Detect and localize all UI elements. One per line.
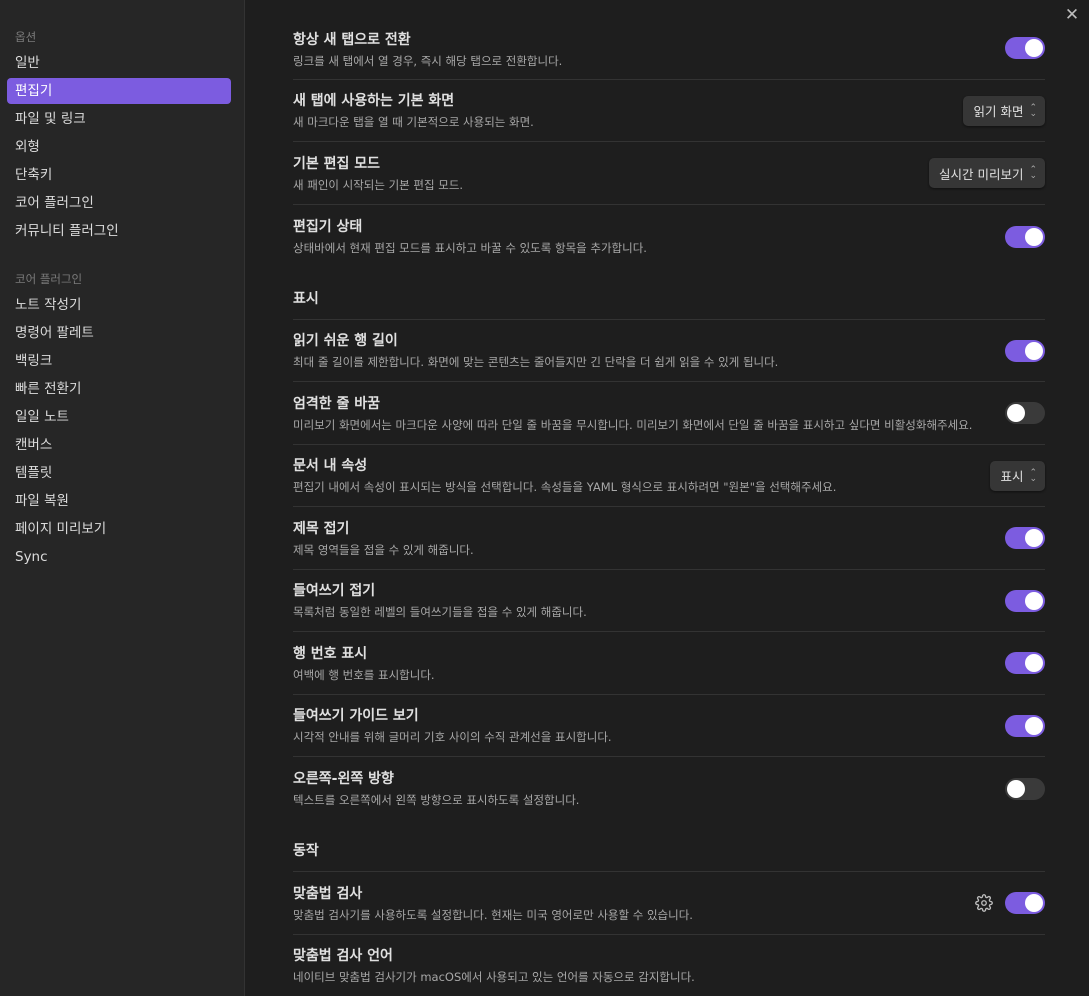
setting-desc: 링크를 새 탭에서 열 경우, 즉시 해당 탭으로 전환합니다.	[293, 54, 563, 68]
sidebar-item-daily-notes[interactable]: 일일 노트	[7, 404, 231, 430]
chevron-updown-icon: ⌃ ⌄	[1029, 165, 1037, 181]
sidebar-item-backlinks[interactable]: 백링크	[7, 348, 231, 374]
sidebar-item-files-links[interactable]: 파일 및 링크	[7, 106, 231, 132]
setting-desc: 미리보기 화면에서는 마크다운 사양에 따라 단일 줄 바꿈을 무시합니다. 미…	[293, 418, 973, 432]
setting-default-view: 새 탭에 사용하는 기본 화면 새 마크다운 탭을 열 때 기본적으로 사용되는…	[293, 80, 1045, 142]
sidebar-item-page-preview[interactable]: 페이지 미리보기	[7, 516, 231, 542]
setting-always-new-tab: 항상 새 탭으로 전환 링크를 새 탭에서 열 경우, 즉시 해당 탭으로 전환…	[293, 0, 1045, 80]
toggle-knob	[1025, 39, 1043, 57]
spellcheck-toggle[interactable]	[1005, 892, 1045, 914]
dropdown-value: 읽기 화면	[973, 104, 1024, 119]
setting-name: 제목 접기	[293, 521, 350, 537]
sidebar-item-core-plugins[interactable]: 코어 플러그인	[7, 190, 231, 216]
setting-rtl: 오른쪽-왼쪽 방향 텍스트를 오른쪽에서 왼쪽 방향으로 표시하도록 설정합니다…	[293, 757, 1045, 820]
setting-line-numbers: 행 번호 표시 여백에 행 번호를 표시합니다.	[293, 632, 1045, 695]
setting-desc: 네이티브 맞춤법 검사기가 macOS에서 사용되고 있는 언어를 자동으로 감…	[293, 970, 695, 984]
toggle-knob	[1025, 529, 1043, 547]
setting-name: 맞춤법 검사 언어	[293, 948, 393, 964]
setting-spellcheck: 맞춤법 검사 맞춤법 검사기를 사용하도록 설정합니다. 현재는 미국 영어로만…	[293, 872, 1045, 935]
readable-line-length-toggle[interactable]	[1005, 339, 1045, 362]
toggle-knob	[1007, 404, 1025, 422]
sidebar-item-community-plugins[interactable]: 커뮤니티 플러그인	[7, 218, 231, 244]
setting-name: 읽기 쉬운 행 길이	[293, 333, 398, 349]
setting-readable-line-length: 읽기 쉬운 행 길이 최대 줄 길이를 제한합니다. 화면에 맞는 콘텐츠는 줄…	[293, 320, 1045, 382]
sidebar-item-quick-switcher[interactable]: 빠른 전환기	[7, 376, 231, 402]
toggle-knob	[1025, 227, 1043, 246]
setting-name: 오른쪽-왼쪽 방향	[293, 771, 394, 787]
setting-desc: 목록처럼 동일한 레벨의 들여쓰기들을 접을 수 있게 해줍니다.	[293, 605, 587, 619]
setting-indent-guides: 들여쓰기 가이드 보기 시각적 안내를 위해 글머리 기호 사이의 수직 관계선…	[293, 695, 1045, 757]
section-heading-display: 표시	[293, 268, 1045, 320]
setting-desc: 제목 영역들을 접을 수 있게 해줍니다.	[293, 543, 474, 557]
settings-sidebar: 옵션 일반 편집기 파일 및 링크 외형 단축키 코어 플러그인 커뮤니티 플러…	[0, 0, 245, 996]
toggle-knob	[1025, 894, 1043, 912]
setting-desc: 텍스트를 오른쪽에서 왼쪽 방향으로 표시하도록 설정합니다.	[293, 793, 580, 807]
strict-line-breaks-toggle[interactable]	[1005, 402, 1045, 424]
section-heading-behavior: 동작	[293, 820, 1045, 872]
setting-default-edit-mode: 기본 편집 모드 새 패인이 시작되는 기본 편집 모드. 실시간 미리보기 ⌃…	[293, 142, 1045, 205]
setting-name: 행 번호 표시	[293, 646, 368, 662]
sidebar-item-editor[interactable]: 편집기	[7, 78, 231, 104]
sidebar-item-file-recovery[interactable]: 파일 복원	[7, 488, 231, 514]
sidebar-item-appearance[interactable]: 외형	[7, 134, 231, 160]
toggle-knob	[1025, 654, 1043, 672]
sidebar-item-canvas[interactable]: 캔버스	[7, 432, 231, 458]
setting-spellcheck-language: 맞춤법 검사 언어 네이티브 맞춤법 검사기가 macOS에서 사용되고 있는 …	[293, 935, 1045, 995]
toggle-knob	[1025, 591, 1043, 610]
setting-fold-heading: 제목 접기 제목 영역들을 접을 수 있게 해줍니다.	[293, 507, 1045, 570]
setting-name: 엄격한 줄 바꿈	[293, 396, 381, 412]
setting-name: 문서 내 속성	[293, 458, 368, 474]
dropdown-value: 실시간 미리보기	[938, 166, 1024, 182]
close-icon[interactable]: ✕	[1063, 6, 1081, 24]
settings-content: 항상 새 탭으로 전환 링크를 새 탭에서 열 경우, 즉시 해당 탭으로 전환…	[293, 0, 1045, 995]
setting-desc: 맞춤법 검사기를 사용하도록 설정합니다. 현재는 미국 영어로만 사용할 수 …	[293, 908, 693, 922]
sidebar-group-title-options: 옵션	[15, 30, 37, 44]
setting-desc: 새 마크다운 탭을 열 때 기본적으로 사용되는 화면.	[293, 115, 534, 129]
default-view-dropdown[interactable]: 읽기 화면 ⌃ ⌄	[963, 95, 1045, 126]
sidebar-item-general[interactable]: 일반	[7, 50, 231, 76]
setting-name: 편집기 상태	[293, 219, 363, 235]
setting-fold-indent: 들여쓰기 접기 목록처럼 동일한 레벨의 들여쓰기들을 접을 수 있게 해줍니다…	[293, 570, 1045, 632]
always-new-tab-toggle[interactable]	[1005, 37, 1045, 59]
setting-desc: 상태바에서 현재 편집 모드를 표시하고 바꿀 수 있도록 항목을 추가합니다.	[293, 241, 647, 255]
setting-name: 들여쓰기 접기	[293, 583, 376, 599]
setting-desc: 시각적 안내를 위해 글머리 기호 사이의 수직 관계선을 표시합니다.	[293, 730, 612, 744]
chevron-updown-icon: ⌃ ⌄	[1029, 102, 1037, 119]
line-numbers-toggle[interactable]	[1005, 652, 1045, 674]
toggle-knob	[1007, 779, 1025, 798]
setting-editor-status: 편집기 상태 상태바에서 현재 편집 모드를 표시하고 바꿀 수 있도록 항목을…	[293, 205, 1045, 268]
setting-name: 맞춤법 검사	[293, 886, 363, 902]
properties-dropdown[interactable]: 표시 ⌃ ⌄	[990, 460, 1045, 491]
options-list: 일반 편집기 파일 및 링크 외형 단축키 코어 플러그인 커뮤니티 플러그인	[0, 50, 244, 244]
setting-name: 들여쓰기 가이드 보기	[293, 708, 419, 724]
fold-heading-toggle[interactable]	[1005, 527, 1045, 549]
default-edit-mode-dropdown[interactable]: 실시간 미리보기 ⌃ ⌄	[928, 158, 1045, 188]
plugins-list: 노트 작성기 명령어 팔레트 백링크 빠른 전환기 일일 노트 캔버스 템플릿 …	[0, 292, 244, 570]
sidebar-item-templates[interactable]: 템플릿	[7, 460, 231, 486]
chevron-updown-icon: ⌃ ⌄	[1029, 467, 1037, 484]
sidebar-group-title-core-plugins: 코어 플러그인	[15, 272, 83, 286]
setting-name: 새 탭에 사용하는 기본 화면	[293, 93, 455, 109]
sidebar-item-command-palette[interactable]: 명령어 팔레트	[7, 320, 231, 346]
setting-desc: 최대 줄 길이를 제한합니다. 화면에 맞는 콘텐츠는 줄어들지만 긴 단락을 …	[293, 355, 779, 369]
sidebar-item-hotkeys[interactable]: 단축키	[7, 162, 231, 188]
toggle-knob	[1025, 341, 1043, 360]
dropdown-value: 표시	[1000, 469, 1024, 484]
indent-guides-toggle[interactable]	[1005, 714, 1045, 737]
sidebar-item-sync[interactable]: Sync	[7, 544, 231, 570]
setting-properties-in-document: 문서 내 속성 편집기 내에서 속성이 표시되는 방식을 선택합니다. 속성들을…	[293, 445, 1045, 507]
setting-strict-line-breaks: 엄격한 줄 바꿈 미리보기 화면에서는 마크다운 사양에 따라 단일 줄 바꿈을…	[293, 382, 1045, 445]
setting-desc: 여백에 행 번호를 표시합니다.	[293, 668, 435, 682]
setting-name: 항상 새 탭으로 전환	[293, 32, 411, 48]
setting-desc: 편집기 내에서 속성이 표시되는 방식을 선택합니다. 속성들을 YAML 형식…	[293, 480, 837, 494]
rtl-toggle[interactable]	[1005, 777, 1045, 800]
fold-indent-toggle[interactable]	[1005, 589, 1045, 612]
editor-status-toggle[interactable]	[1005, 225, 1045, 248]
sidebar-item-note-composer[interactable]: 노트 작성기	[7, 292, 231, 318]
toggle-knob	[1025, 716, 1043, 735]
gear-icon[interactable]	[975, 894, 993, 912]
